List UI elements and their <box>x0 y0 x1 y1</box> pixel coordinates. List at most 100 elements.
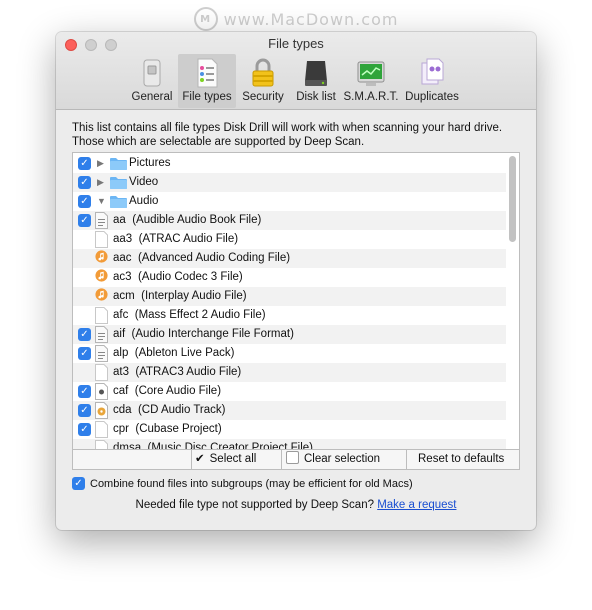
group-name: Video <box>129 176 159 188</box>
clear-selection-button[interactable]: Clear selection <box>286 450 380 469</box>
checkbox-checked[interactable]: ✓ <box>78 176 91 189</box>
file-type-row[interactable]: afc (Mass Effect 2 Audio File) <box>73 306 506 325</box>
blank-file-icon <box>95 440 108 449</box>
checkbox-checked[interactable]: ✓ <box>78 385 91 398</box>
disclosure-triangle-icon[interactable]: ▶ <box>97 158 104 169</box>
combine-checkbox[interactable]: ✓ <box>72 477 85 490</box>
file-extension: at3 <box>113 366 129 378</box>
make-request-link[interactable]: Make a request <box>377 499 456 511</box>
document-file-icon <box>95 345 108 362</box>
tab-label: General <box>131 91 173 103</box>
file-extension: acm <box>113 290 135 302</box>
list-button-bar: ✔ Select all Clear selection Reset to def… <box>72 450 520 470</box>
file-description: (Audio Interchange File Format) <box>131 328 294 340</box>
file-list-icon <box>197 58 218 88</box>
file-description: (Audible Audio Book File) <box>132 214 262 226</box>
blank-file-icon <box>95 364 108 381</box>
file-type-row[interactable]: ✓ cda (CD Audio Track) <box>73 401 506 420</box>
combine-option[interactable]: ✓ Combine found files into subgroups (ma… <box>72 477 413 490</box>
toolbar: File types General File types Security D… <box>56 32 536 110</box>
list-group-row[interactable]: ✓ ▼ Audio <box>73 192 506 211</box>
select-all-label: Select all <box>209 453 257 465</box>
file-type-label: dmsa (Music Disc Creator Project File) <box>113 442 314 450</box>
file-description: (ATRAC Audio File) <box>138 233 239 245</box>
tab-file-types[interactable]: File types <box>178 54 236 108</box>
tab-security[interactable]: Security <box>238 54 288 108</box>
file-extension: afc <box>113 309 129 321</box>
file-description: (Cubase Project) <box>135 423 222 435</box>
file-extension: aac <box>113 252 132 264</box>
file-description: (Core Audio File) <box>134 385 222 397</box>
checkbox-checked[interactable]: ✓ <box>78 214 91 227</box>
file-type-label: aa (Audible Audio Book File) <box>113 214 261 226</box>
description-line-2: Those which are selectable are supported… <box>72 136 365 148</box>
cd-audio-file-icon <box>95 402 108 419</box>
tab-disk-list[interactable]: Disk list <box>290 54 342 108</box>
file-extension: aa3 <box>113 233 133 245</box>
checkmark-icon: ✔ <box>195 453 205 465</box>
file-type-row[interactable]: ✓ aa (Audible Audio Book File) <box>73 211 506 230</box>
tab-label: Duplicates <box>405 91 459 103</box>
hard-drive-icon <box>305 61 327 86</box>
file-description: (Ableton Live Pack) <box>134 347 235 359</box>
disclosure-triangle-icon[interactable]: ▶ <box>97 177 104 188</box>
file-types-list[interactable]: ✓ ▶ Pictures ✓ ▶ Video ✓ ▼ Audio ✓ aa (Au… <box>72 152 520 450</box>
file-description: (Mass Effect 2 Audio File) <box>134 309 266 321</box>
file-type-label: aac (Advanced Audio Coding File) <box>113 252 290 264</box>
preferences-window: File types General File types Security D… <box>56 32 536 530</box>
reset-to-defaults-button[interactable]: Reset to defaults <box>418 450 504 469</box>
request-line: Needed file type not supported by Deep S… <box>56 499 536 511</box>
tab-duplicates[interactable]: Duplicates <box>401 54 463 108</box>
file-type-label: caf (Core Audio File) <box>113 385 221 397</box>
music-note-icon <box>95 269 108 286</box>
description: This list contains all file types Disk D… <box>72 121 522 149</box>
switch-icon <box>143 59 161 87</box>
file-type-label: cpr (Cubase Project) <box>113 423 222 435</box>
file-type-row[interactable]: ✓ cpr (Cubase Project) <box>73 420 506 439</box>
checkbox-checked[interactable]: ✓ <box>78 157 91 170</box>
file-type-row[interactable]: aa3 (ATRAC Audio File) <box>73 230 506 249</box>
file-type-label: afc (Mass Effect 2 Audio File) <box>113 309 266 321</box>
tab-label: File types <box>182 91 232 103</box>
file-type-row[interactable]: dmsa (Music Disc Creator Project File) <box>73 439 506 450</box>
file-description: (Music Disc Creator Project File) <box>147 442 314 450</box>
list-group-row[interactable]: ✓ ▶ Pictures <box>73 154 506 173</box>
checkbox-checked[interactable]: ✓ <box>78 423 91 436</box>
file-extension: cpr <box>113 423 129 435</box>
tab-label: Security <box>242 91 284 103</box>
file-type-row[interactable]: ✓ alp (Ableton Live Pack) <box>73 344 506 363</box>
file-type-row[interactable]: ✓ aif (Audio Interchange File Format) <box>73 325 506 344</box>
file-type-row[interactable]: ✓ caf (Core Audio File) <box>73 382 506 401</box>
core-audio-file-icon <box>95 383 108 400</box>
select-all-button[interactable]: ✔ Select all <box>195 450 256 469</box>
file-type-label: acm (Interplay Audio File) <box>113 290 247 302</box>
file-extension: alp <box>113 347 129 359</box>
disclosure-triangle-expanded-icon[interactable]: ▼ <box>97 196 106 206</box>
file-type-row[interactable]: acm (Interplay Audio File) <box>73 287 506 306</box>
checkbox-checked[interactable]: ✓ <box>78 347 91 360</box>
document-file-icon <box>95 212 108 229</box>
checkbox-checked[interactable]: ✓ <box>78 195 91 208</box>
tab-general[interactable]: General <box>128 54 176 108</box>
divider <box>281 450 282 469</box>
list-group-row[interactable]: ✓ ▶ Video <box>73 173 506 192</box>
tab-smart[interactable]: S.M.A.R.T. <box>342 54 400 108</box>
blank-file-icon <box>95 231 108 248</box>
folder-icon <box>110 177 127 189</box>
file-type-row[interactable]: ac3 (Audio Codec 3 File) <box>73 268 506 287</box>
file-type-label: at3 (ATRAC3 Audio File) <box>113 366 241 378</box>
checkbox-checked[interactable]: ✓ <box>78 404 91 417</box>
padlock-icon <box>252 58 274 87</box>
scrollbar-thumb[interactable] <box>509 156 516 242</box>
file-type-row[interactable]: aac (Advanced Audio Coding File) <box>73 249 506 268</box>
combine-label: Combine found files into subgroups (may … <box>90 477 413 490</box>
file-type-row[interactable]: at3 (ATRAC3 Audio File) <box>73 363 506 382</box>
blank-file-icon <box>95 307 108 324</box>
group-name: Pictures <box>129 157 171 169</box>
file-type-label: ac3 (Audio Codec 3 File) <box>113 271 243 283</box>
group-name: Audio <box>129 195 159 207</box>
checkbox-checked[interactable]: ✓ <box>78 328 91 341</box>
file-description: (ATRAC3 Audio File) <box>135 366 242 378</box>
music-note-icon <box>95 250 108 267</box>
file-extension: caf <box>113 385 129 397</box>
